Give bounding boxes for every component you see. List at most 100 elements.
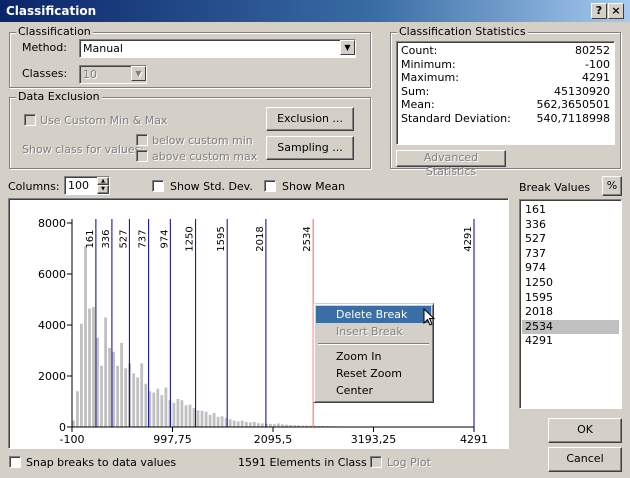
help-button[interactable]: ? — [591, 3, 607, 19]
histogram-bar — [216, 416, 220, 427]
menu-center[interactable]: Center — [316, 382, 431, 399]
percent-button[interactable]: % — [602, 176, 622, 196]
columns-input[interactable]: 100 ▲ ▼ — [64, 176, 110, 195]
histogram-bar — [176, 398, 180, 427]
menu-zoom-in[interactable]: Zoom In — [316, 348, 431, 365]
histogram-bar — [96, 337, 99, 428]
stat-value: 80252 — [575, 44, 610, 57]
stat-row: Standard Deviation: 540,7118998 — [401, 112, 610, 126]
stat-row: Sum: 45130920 — [401, 85, 610, 99]
stat-label: Mean: — [401, 98, 435, 112]
histogram-bar — [244, 421, 248, 427]
stat-row: Maximum: 4291 — [401, 71, 610, 85]
x-tick-label: -100 — [60, 433, 85, 446]
break-value-item[interactable]: 737 — [522, 247, 619, 262]
break-label: 336 — [101, 229, 112, 248]
break-value-item[interactable]: 1250 — [522, 276, 619, 291]
classes-label: Classes: — [22, 67, 68, 80]
classification-group-label: Classification — [16, 25, 93, 38]
snap-breaks-checkbox[interactable] — [9, 456, 21, 468]
custom-min-max-label: Use Custom Min & Max — [40, 114, 168, 127]
histogram-bar — [200, 410, 204, 427]
statistics-box: Count: 80252 Minimum: -100 Maximum: 4291 Sum: 4… — [396, 41, 615, 145]
columns-spinner[interactable]: ▲ ▼ — [97, 177, 109, 194]
break-label: 2534 — [302, 226, 313, 251]
menu-delete-break[interactable]: Delete Break — [316, 306, 431, 323]
stat-value: 540,7118998 — [536, 111, 610, 125]
stat-value: 562,3650501 — [536, 98, 610, 112]
histogram-bar — [220, 416, 224, 427]
sampling-button[interactable]: Sampling ... — [266, 136, 354, 160]
show-class-for-label: Show class for values: — [22, 143, 145, 156]
histogram-bar — [112, 351, 115, 427]
stat-value: -100 — [585, 57, 610, 71]
menu-reset-zoom[interactable]: Reset Zoom — [316, 365, 431, 382]
method-value: Manual — [83, 42, 123, 55]
break-value-item[interactable]: 336 — [522, 218, 619, 233]
histogram-bar — [160, 395, 164, 427]
histogram-bar — [260, 423, 264, 427]
break-label: 161 — [85, 229, 96, 248]
break-value-item[interactable]: 527 — [522, 232, 619, 247]
method-select[interactable]: Manual ▼ — [79, 39, 356, 58]
histogram-bar — [248, 422, 252, 427]
data-exclusion-group-label: Data Exclusion — [16, 90, 102, 103]
close-button[interactable]: × — [608, 3, 624, 19]
histogram-bar — [100, 365, 103, 427]
stat-value: 45130920 — [554, 84, 610, 98]
histogram-bar — [212, 413, 216, 427]
histogram-bar — [164, 387, 168, 427]
statistics-group-label: Classification Statistics — [397, 25, 528, 38]
y-tick-label: 2000 — [38, 370, 66, 383]
x-tick-label: 4291 — [460, 433, 488, 446]
break-values-list[interactable]: 161 336 527 737 974 1250 1595 2018 2534 4291 — [519, 199, 622, 409]
break-value-item[interactable]: 161 — [522, 203, 619, 218]
log-plot-label: Log Plot — [387, 456, 431, 469]
histogram-bar — [136, 377, 140, 427]
exclusion-button[interactable]: Exclusion ... — [266, 107, 354, 131]
stat-row: Minimum: -100 — [401, 58, 610, 72]
break-value-item[interactable]: 974 — [522, 261, 619, 276]
stat-label: Standard Deviation: — [401, 111, 511, 125]
elements-in-class-text: 1591 Elements in Class — [238, 456, 367, 469]
break-value-item[interactable]: 2534 — [522, 319, 619, 335]
stat-label: Maximum: — [401, 71, 459, 85]
histogram-bar — [192, 407, 196, 427]
menu-separator — [318, 343, 429, 345]
stat-row: Mean: 562,3650501 — [401, 98, 610, 112]
chevron-down-icon[interactable]: ▼ — [340, 40, 355, 55]
custom-min-max-checkbox — [24, 114, 36, 126]
histogram-bar — [144, 383, 148, 427]
method-label: Method: — [22, 41, 67, 54]
ok-button[interactable]: OK — [548, 418, 622, 443]
histogram-bar — [108, 347, 111, 427]
chevron-down-icon: ▼ — [131, 66, 146, 81]
show-std-dev-checkbox[interactable] — [152, 180, 164, 192]
break-value-item[interactable]: 1595 — [522, 291, 619, 306]
menu-insert-break: Insert Break — [336, 325, 403, 338]
cancel-button[interactable]: Cancel — [548, 447, 622, 472]
break-label: 1595 — [216, 226, 227, 251]
show-std-dev-label: Show Std. Dev. — [170, 180, 253, 193]
show-mean-checkbox[interactable] — [264, 180, 276, 192]
spin-down-icon[interactable]: ▼ — [97, 185, 109, 194]
histogram-bar — [132, 373, 136, 427]
title-bar: Classification — [0, 0, 630, 22]
stat-row: Count: 80252 — [401, 44, 610, 58]
log-plot-checkbox — [370, 456, 382, 468]
break-value-item[interactable]: 4291 — [522, 334, 619, 349]
context-menu: Delete Break Insert Break Zoom In Reset … — [313, 303, 434, 403]
histogram-bar — [252, 421, 256, 427]
histogram-bar — [172, 402, 176, 427]
show-mean-label: Show Mean — [282, 180, 346, 193]
histogram-bar — [184, 405, 188, 427]
y-tick-label: 6000 — [38, 268, 66, 281]
break-value-item[interactable]: 2018 — [522, 305, 619, 320]
snap-breaks-label: Snap breaks to data values — [26, 456, 177, 469]
histogram-bar — [180, 400, 184, 427]
histogram-bar — [104, 317, 107, 427]
spin-up-icon[interactable]: ▲ — [97, 177, 109, 185]
break-label: 4291 — [463, 226, 474, 251]
mouse-cursor-icon — [423, 308, 436, 326]
break-label: 527 — [118, 229, 129, 248]
